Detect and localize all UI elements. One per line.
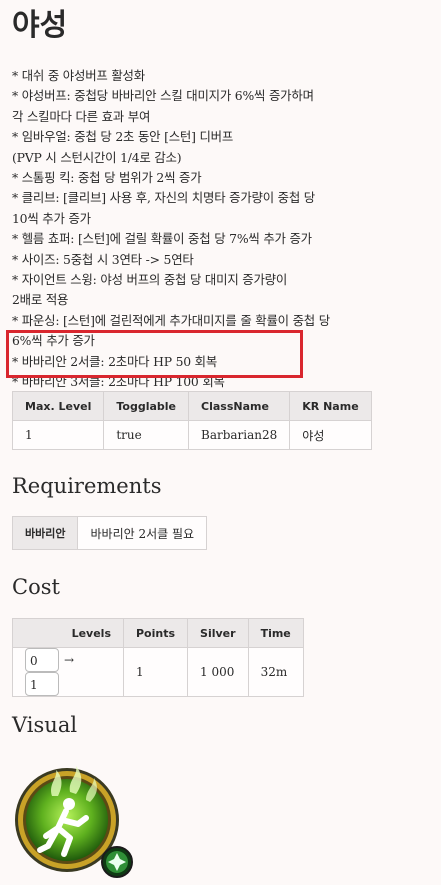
highlight-box [6, 330, 303, 378]
requirement-value: 바바리안 2서클 필요 [77, 516, 208, 550]
classname-cell: Barbarian28 [187, 420, 291, 450]
requirements-heading: Requirements [12, 474, 162, 498]
desc-line: * 클리브: [클리브] 사용 후, 자신의 치명타 증가량이 중첩 당 [12, 190, 316, 206]
time-cell: 32m [247, 647, 304, 697]
desc-line: * 사이즈: 5중첩 시 3연타 -> 5연타 [12, 251, 194, 267]
table-header: Levels [12, 618, 124, 648]
table-header: Togglable [103, 391, 189, 421]
table-row: 바바리안 바바리안 2서클 필요 [11, 516, 208, 550]
skill-emblem-icon [15, 766, 133, 878]
level-to-input[interactable]: 1 [25, 672, 59, 696]
table-header: Time [247, 618, 304, 648]
desc-line: 각 스킬마다 다른 효과 부여 [12, 108, 151, 124]
desc-line: (PVP 시 스턴시간이 1/4로 감소) [12, 149, 182, 165]
cost-table: Levels Points Silver Time 0 → 1 1 1 000 32… [12, 618, 304, 697]
desc-line: * 파운싱: [스턴]에 걸린적에게 추가대미지를 줄 확률이 중첩 당 [12, 312, 330, 328]
kr-name-cell: 야성 [289, 420, 372, 450]
desc-line: * 임바우얼: 중첩 당 2초 동안 [스턴] 디버프 [12, 129, 234, 145]
desc-line: * 헬름 쵸퍼: [스턴]에 걸릴 확률이 중첩 당 7%씩 추가 증가 [12, 231, 312, 247]
desc-line: * 대쉬 중 야성버프 활성화 [12, 68, 145, 83]
desc-line: 2배로 적용 [12, 292, 69, 308]
table-header: Max. Level [11, 391, 105, 421]
desc-line: 10씩 추가 증가 [12, 210, 91, 226]
requirements-table: 바바리안 바바리안 2서클 필요 [11, 516, 208, 550]
points-cell: 1 [122, 647, 189, 697]
table-header: Points [122, 618, 189, 648]
level-from-input[interactable]: 0 [25, 648, 59, 672]
table-header: KR Name [289, 391, 372, 421]
page-title: 야성 [12, 8, 68, 43]
visual-heading: Visual [12, 713, 78, 737]
table-row: 1 true Barbarian28 야성 [11, 420, 372, 450]
skill-info-table: Max. Level Togglable ClassName KR Name 1… [11, 391, 372, 450]
arrow-right-icon: → [63, 653, 75, 667]
silver-cell: 1 000 [187, 647, 249, 697]
togglable-cell: true [103, 420, 189, 450]
table-header: Silver [187, 618, 249, 648]
desc-line: * 자이언트 스윙: 야성 버프의 중첩 당 대미지 증가량이 [12, 272, 288, 288]
requirement-key: 바바리안 [11, 516, 79, 550]
table-header: ClassName [187, 391, 291, 421]
table-row: 0 → 1 1 1 000 32m [12, 647, 304, 697]
cost-heading: Cost [12, 575, 60, 599]
desc-line: * 스톰핑 킥: 중첩 당 범위가 2씩 증가 [12, 170, 202, 186]
levels-cell: 0 → 1 [12, 647, 124, 697]
desc-line: * 야성버프: 중첩당 바바리안 스킬 대미지가 6%씩 증가하며 [12, 88, 314, 104]
max-level-cell: 1 [11, 420, 105, 450]
